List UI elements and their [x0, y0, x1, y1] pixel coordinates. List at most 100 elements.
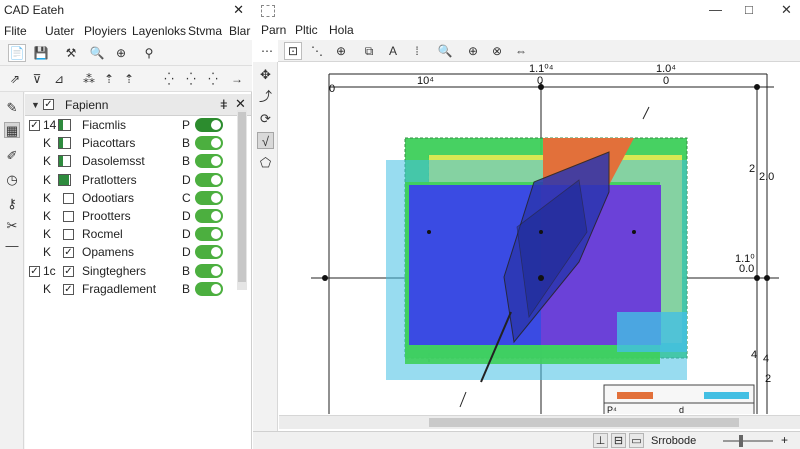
- layer-toggle[interactable]: [195, 227, 223, 242]
- layer-lock-checkbox[interactable]: [63, 229, 74, 241]
- layer-visible-checkbox[interactable]: ✓: [29, 265, 40, 277]
- add-button[interactable]: ⊕: [112, 44, 130, 62]
- arrow-button[interactable]: ⇗: [6, 70, 24, 88]
- menu-ployiers[interactable]: Ployiers: [84, 24, 127, 38]
- drawing-svg[interactable]: 10⁴ 1.1⁰⁴ 1.0⁴ 0 0 0 2 2.0 1.1⁰ 0.0 4 4 …: [279, 62, 800, 414]
- status-btn-3[interactable]: ▭: [629, 433, 644, 448]
- zoom-slider[interactable]: [723, 435, 773, 447]
- layer-color-swatch[interactable]: [58, 137, 71, 150]
- layers-all-checkbox[interactable]: ✓: [43, 99, 54, 110]
- find-button[interactable]: 🔍: [88, 44, 106, 62]
- scroll-thumb[interactable]: [429, 418, 739, 427]
- minimize-button[interactable]: —: [709, 2, 722, 17]
- layer-row[interactable]: K Piacottars B: [25, 134, 247, 152]
- tick-mark-2: [459, 391, 467, 408]
- menu-flite[interactable]: Flite: [4, 24, 27, 38]
- vertex-icon[interactable]: ⤴: [257, 88, 274, 105]
- zoom-in-button[interactable]: ⊕: [332, 42, 350, 60]
- pin-icon[interactable]: ǂ: [220, 97, 228, 112]
- layer-toggle[interactable]: [195, 172, 223, 187]
- layer-lock-checkbox[interactable]: ✓: [63, 283, 74, 295]
- collapse-icon[interactable]: ▼: [31, 100, 40, 110]
- up-button-1[interactable]: ⇡: [100, 70, 118, 88]
- filter-button[interactable]: ⊽: [28, 70, 46, 88]
- move-icon[interactable]: ✥: [257, 66, 274, 83]
- menu-layenloks[interactable]: Layenloks: [132, 24, 186, 38]
- layer-toggle[interactable]: [195, 118, 223, 132]
- layer-op-button-4[interactable]: ⁛: [204, 70, 222, 88]
- menu-hola[interactable]: Hola: [329, 23, 354, 37]
- clock-icon[interactable]: ◷: [4, 172, 20, 188]
- layer-toggle[interactable]: [195, 245, 223, 260]
- right-window: — □ ✕ Parn Pltic Hola ⋯ ⊡ ⋱ ⊕ ⧉ A ⁞ 🔍 ⊕ …: [253, 0, 800, 449]
- snap-button[interactable]: ⋱: [308, 42, 326, 60]
- new-file-button[interactable]: 📄: [8, 44, 26, 62]
- layer-row[interactable]: ✓ 14 Fiacmlis P: [25, 116, 247, 134]
- swap-button[interactable]: ⇔: [512, 42, 530, 60]
- menu-parn[interactable]: Parn: [261, 23, 286, 37]
- pen-icon[interactable]: ✎: [4, 100, 20, 116]
- layer-color-swatch[interactable]: [58, 173, 71, 186]
- layer-row[interactable]: K Pratlotters D: [25, 171, 247, 189]
- layer-color-swatch[interactable]: [58, 119, 71, 131]
- layer-row[interactable]: ✓ 1c ✓ Singteghers B: [25, 262, 247, 280]
- layer-toggle[interactable]: [195, 136, 223, 151]
- next-button[interactable]: →: [228, 70, 246, 88]
- layer-lock-checkbox[interactable]: [63, 192, 74, 204]
- eyedropper-button[interactable]: ⚲: [140, 44, 158, 62]
- sqrt-icon[interactable]: √: [257, 132, 274, 149]
- ruler-icon[interactable]: ✐: [4, 148, 20, 164]
- maximize-button[interactable]: □: [745, 2, 753, 17]
- layer-scrollbar[interactable]: [237, 110, 247, 290]
- layer-toggle[interactable]: [195, 209, 223, 223]
- layer-toggle[interactable]: [195, 154, 223, 169]
- select-button[interactable]: ⊡: [284, 42, 302, 60]
- key-icon[interactable]: ⚷: [4, 196, 20, 212]
- line-icon[interactable]: —: [4, 238, 20, 254]
- layer-op-button-2[interactable]: ⁛: [160, 70, 178, 88]
- save-button[interactable]: 💾: [32, 44, 50, 62]
- grid-icon[interactable]: ▦: [4, 122, 20, 138]
- menu-pltic[interactable]: Pltic: [295, 23, 318, 37]
- layer-row[interactable]: K ✓ Fragadlement B: [25, 280, 247, 298]
- zoom-handle[interactable]: [739, 435, 743, 447]
- zoom-in-button-status[interactable]: +: [781, 433, 788, 447]
- layer-row[interactable]: K Odootiars C: [25, 189, 247, 207]
- dots-button[interactable]: ⁞: [408, 42, 426, 60]
- layer-toggle[interactable]: [195, 263, 223, 278]
- text-button[interactable]: A: [384, 42, 402, 60]
- rotate-icon[interactable]: ⟳: [257, 110, 274, 127]
- drawing-canvas[interactable]: 10⁴ 1.1⁰⁴ 1.0⁴ 0 0 0 2 2.0 1.1⁰ 0.0 4 4 …: [279, 62, 800, 414]
- layer-op-button-1[interactable]: ⁂: [80, 70, 98, 88]
- layer-lock-checkbox[interactable]: ✓: [63, 265, 74, 277]
- close-button[interactable]: ✕: [781, 2, 792, 18]
- menu-stvma[interactable]: Stvma: [188, 24, 222, 38]
- horizontal-scrollbar[interactable]: [279, 415, 800, 429]
- scissors-icon[interactable]: ✂: [4, 218, 20, 234]
- left-close-button[interactable]: ✕: [233, 2, 244, 18]
- layer-lock-checkbox[interactable]: [63, 211, 74, 222]
- more-button[interactable]: ⋯: [258, 42, 276, 60]
- layer-color-swatch[interactable]: [58, 155, 71, 168]
- remove-node-button[interactable]: ⊗: [488, 42, 506, 60]
- layer-op-button-3[interactable]: ⁛: [182, 70, 200, 88]
- layer-toggle[interactable]: [195, 281, 223, 296]
- layer-lock-checkbox[interactable]: ✓: [63, 247, 74, 259]
- shield-icon[interactable]: ⬠: [257, 154, 274, 171]
- tool-button[interactable]: ⚒: [62, 44, 80, 62]
- layer-row[interactable]: K Rocmel D: [25, 225, 247, 243]
- layer-visible-checkbox[interactable]: ✓: [29, 120, 40, 131]
- up-button-2[interactable]: ⇡: [120, 70, 138, 88]
- copy-button[interactable]: ⧉: [360, 42, 378, 60]
- layer-row[interactable]: K Prootters D: [25, 207, 247, 225]
- add-node-button[interactable]: ⊕: [464, 42, 482, 60]
- menu-uater[interactable]: Uater: [45, 24, 74, 38]
- layer-toggle[interactable]: [195, 190, 223, 205]
- triangle-button[interactable]: ⊿: [50, 70, 68, 88]
- search-button[interactable]: 🔍: [436, 42, 454, 60]
- menu-blar[interactable]: Blar: [229, 24, 250, 38]
- status-btn-2[interactable]: ⊟: [611, 433, 626, 448]
- status-btn-1[interactable]: ⊥: [593, 433, 608, 448]
- layer-row[interactable]: K ✓ Opamens D: [25, 243, 247, 261]
- layer-row[interactable]: K Dasolemsst B: [25, 152, 247, 170]
